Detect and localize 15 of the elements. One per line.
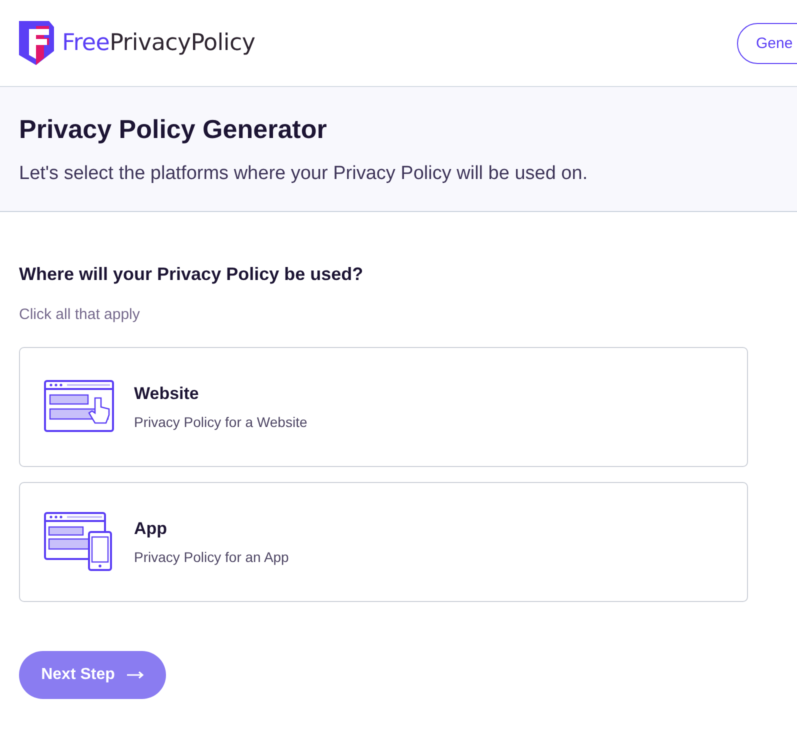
browser-pointer-icon (44, 380, 116, 434)
question-title: Where will your Privacy Policy be used? (19, 264, 364, 285)
option-title: Website (134, 384, 200, 404)
platform-option[interactable]: Website Privacy Policy for a Website (19, 347, 748, 467)
brand-name: FreePrivacyPolicy (62, 30, 256, 56)
header-button[interactable]: Gene (737, 22, 797, 64)
arrow-right-icon (126, 671, 144, 679)
question-hint: Click all that apply (19, 306, 141, 323)
shield-logo-icon (19, 21, 54, 65)
option-description: Privacy Policy for an App (134, 549, 289, 565)
platform-option[interactable]: App Privacy Policy for an App (19, 482, 748, 602)
option-description: Privacy Policy for a Website (134, 414, 308, 430)
option-title: App (134, 519, 168, 539)
page-title: Privacy Policy Generator (19, 114, 328, 145)
page-subtitle: Let's select the platforms where your Privacy Policy will be used on. (19, 163, 589, 185)
